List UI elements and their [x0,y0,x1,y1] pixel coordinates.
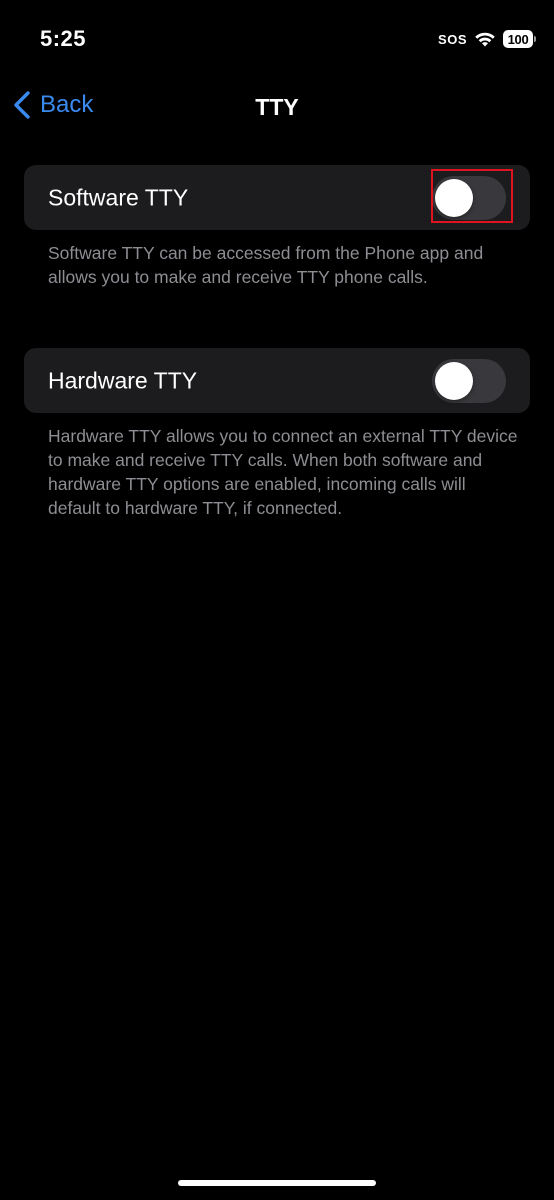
hardware-tty-footer: Hardware TTY allows you to connect an ex… [48,426,518,518]
software-tty-toggle[interactable] [431,168,513,223]
home-indicator[interactable] [178,1180,376,1186]
hardware-tty-toggle[interactable] [432,358,506,403]
battery-level: 100 [503,30,533,48]
toggle-knob [435,178,473,217]
status-bar: 5:25 SOS 100 [0,0,554,80]
wifi-icon [475,32,495,47]
status-indicators: SOS 100 [438,30,536,48]
software-tty-footer: Software TTY can be accessed from the Ph… [48,243,484,287]
page-title: TTY [255,94,299,120]
battery-icon: 100 [503,30,536,48]
status-time: 5:25 [40,26,87,51]
navigation-bar: Back TTY [0,80,554,134]
battery-cap [534,36,536,42]
hardware-tty-label: Hardware TTY [48,367,198,393]
toggle-knob [435,361,473,400]
sos-indicator: SOS [438,31,467,47]
software-tty-row: Software TTY [24,165,530,230]
hardware-tty-row: Hardware TTY [24,348,530,413]
software-tty-label: Software TTY [48,184,189,210]
